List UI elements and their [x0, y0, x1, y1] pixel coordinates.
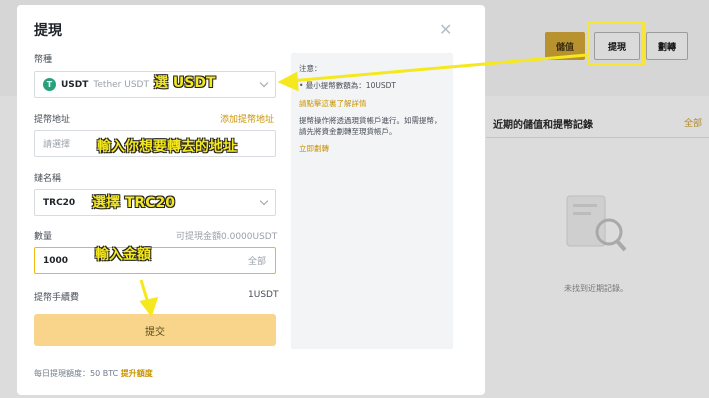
daily-limit: 每日提現額度：50 BTC 提升額度 [34, 368, 153, 379]
notes-details-link[interactable]: 請點擊這裏了解詳情 [299, 98, 445, 109]
submit-button[interactable]: 提交 [34, 314, 276, 346]
empty-records-text: 未找到近期記錄。 [564, 284, 628, 293]
notes-transfer-link[interactable]: 立即劃轉 [299, 143, 445, 154]
amount-value: 1000 [43, 255, 69, 266]
annotation-select-trc20: 選擇 TRC20 [92, 195, 175, 211]
withdraw-modal: 提現 ✕ 幣種 T USDT Tether USDT 提幣地址 添加提幣地址 請… [17, 5, 485, 395]
coin-label: 幣種 [34, 55, 53, 65]
fee-label: 提幣手續費 [34, 293, 80, 303]
transfer-button[interactable]: 劃轉 [646, 32, 688, 60]
notes-info: 提幣操作將透過現貨帳戶進行。如需提幣，請先將資金劃轉至現貨帳戶。 [299, 115, 442, 136]
records-all-link[interactable]: 全部 [684, 116, 702, 129]
increase-limit-link[interactable]: 提升額度 [121, 369, 153, 378]
fee-value: 1USDT [248, 290, 279, 300]
annotation-enter-amount: 輸入金額 [95, 247, 151, 263]
deposit-button[interactable]: 儲值 [545, 32, 585, 60]
records-divider [486, 137, 709, 138]
modal-title: 提現 [34, 23, 62, 39]
amount-label: 數量 [34, 232, 53, 242]
coin-code: USDT [61, 79, 89, 90]
notes-panel: 注意： • 最小提幣數額為：10USDT 請點擊這裏了解詳情 提幣操作將透過現貨… [291, 53, 453, 349]
chevron-down-icon [259, 196, 269, 206]
close-icon[interactable]: ✕ [439, 20, 452, 39]
available-amount: 可提現金額0.0000USDT [176, 232, 278, 242]
tether-icon: T [43, 78, 56, 91]
daily-limit-text: 每日提現額度：50 BTC [34, 369, 119, 378]
amount-all-button[interactable]: 全部 [248, 254, 266, 267]
notes-title: 注意： [299, 64, 322, 73]
address-placeholder: 請選擇 [43, 140, 71, 150]
chevron-down-icon [259, 78, 269, 88]
network-value: TRC20 [43, 197, 76, 208]
empty-records-icon [566, 195, 627, 252]
network-label: 鏈名稱 [34, 174, 62, 184]
add-address-link[interactable]: 添加提幣地址 [220, 112, 274, 125]
amount-input[interactable]: 1000 全部 [34, 247, 276, 274]
coin-name: Tether USDT [93, 79, 149, 90]
annotation-select-usdt: 選 USDT [154, 75, 216, 91]
records-title: 近期的儲值和提幣記錄 [493, 120, 593, 131]
withdraw-highlight-box [587, 21, 645, 66]
annotation-enter-address: 輸入你想要轉去的地址 [97, 139, 237, 155]
address-label: 提幣地址 [34, 115, 71, 125]
notes-min: • 最小提幣數額為：10USDT [299, 81, 396, 91]
